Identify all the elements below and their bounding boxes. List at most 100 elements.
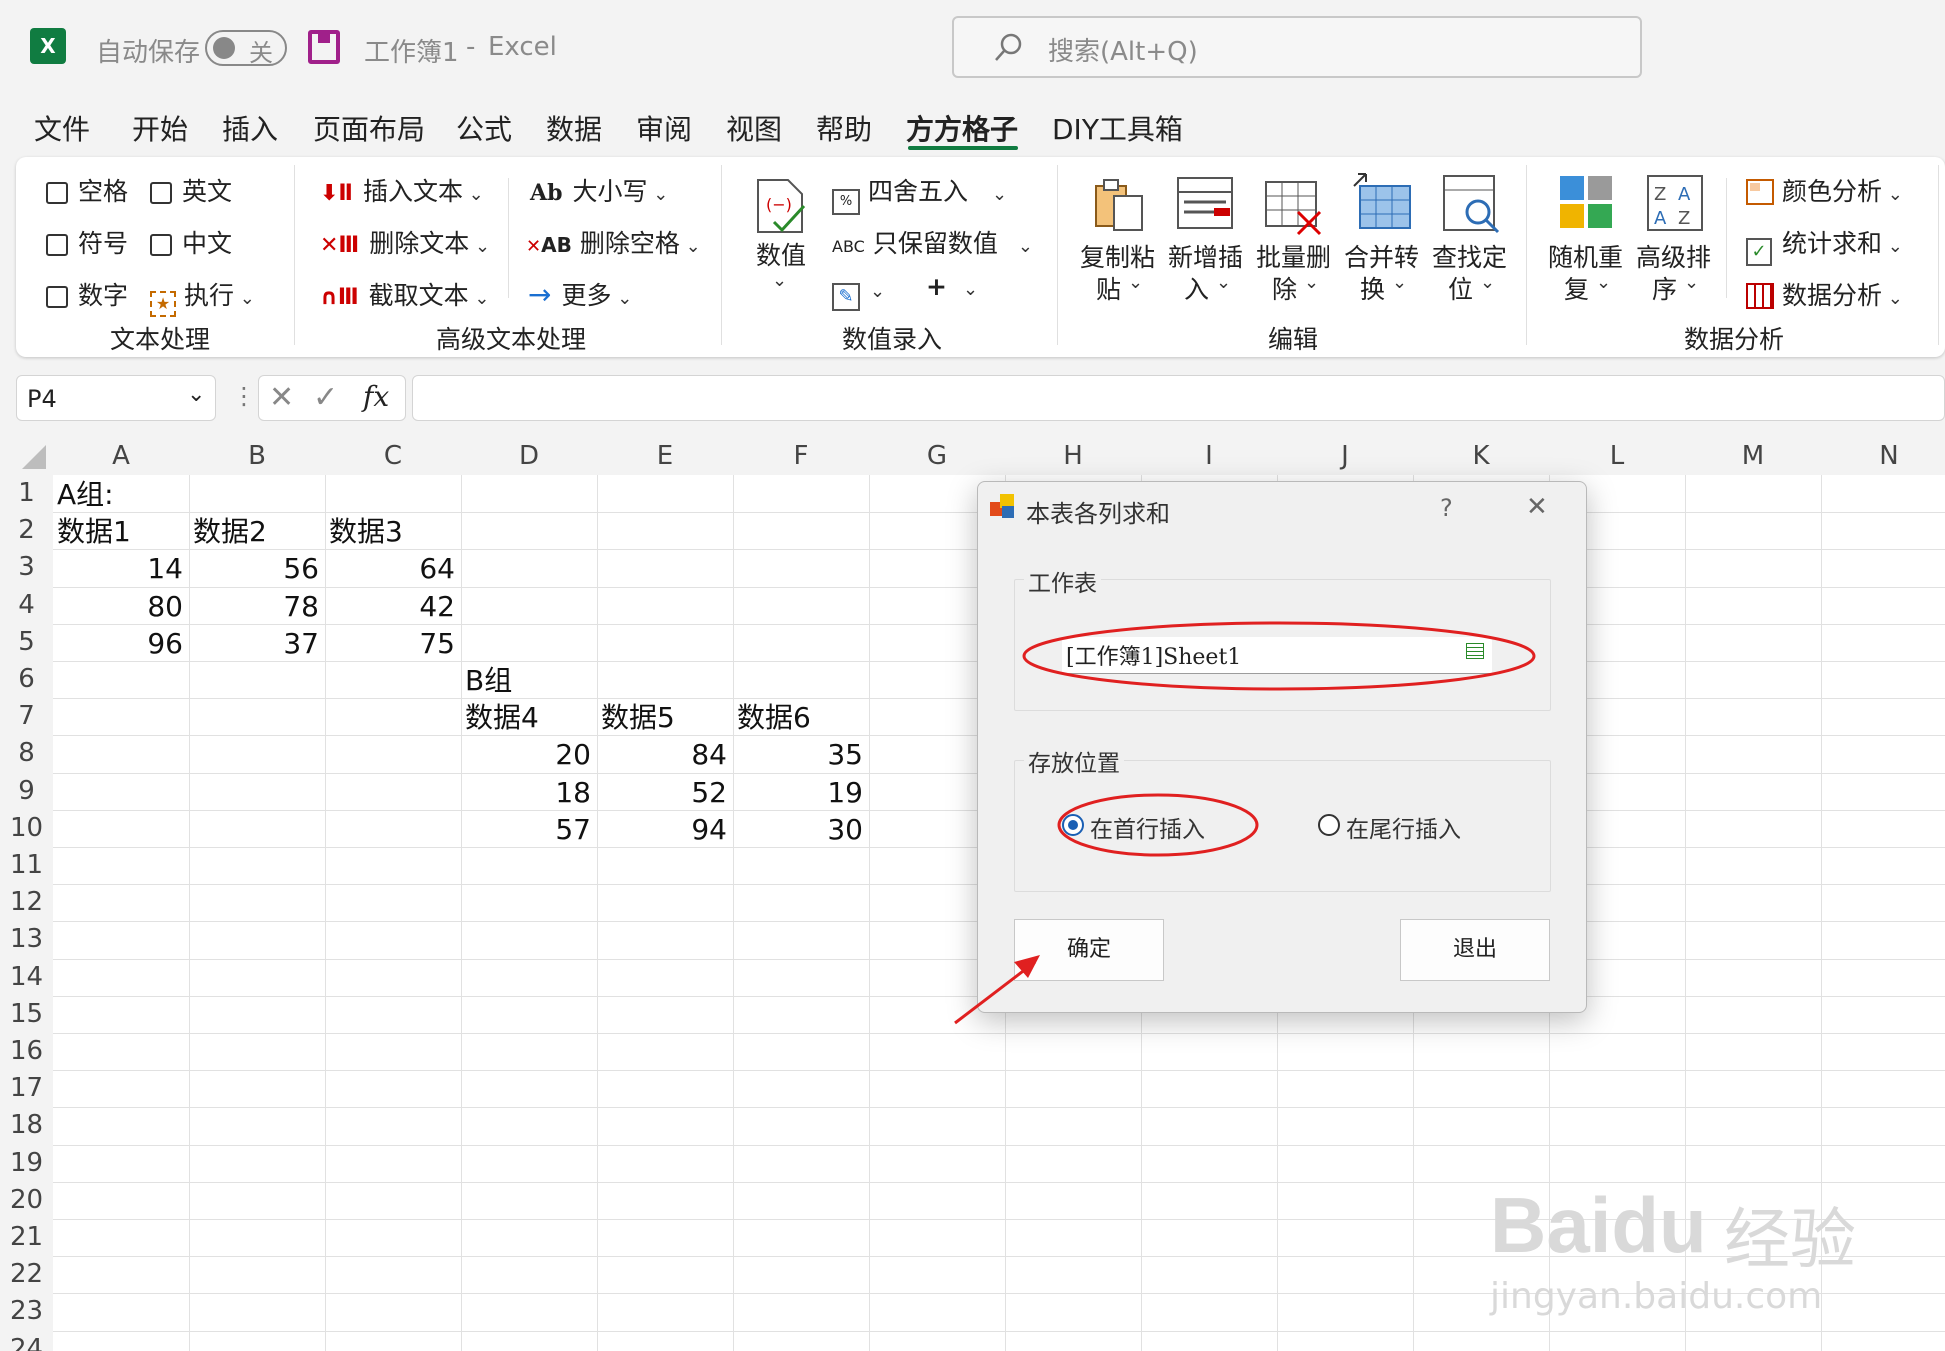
column-header[interactable]: F bbox=[733, 437, 869, 475]
case-button[interactable]: Ab 大小写 ⌄ bbox=[530, 172, 668, 208]
column-header[interactable]: D bbox=[461, 437, 597, 475]
column-header[interactable]: L bbox=[1549, 437, 1685, 475]
row-header[interactable]: 10 bbox=[0, 809, 53, 847]
autosave-toggle[interactable]: 关 bbox=[205, 30, 287, 67]
select-all-corner[interactable] bbox=[0, 437, 53, 475]
row-header[interactable]: 23 bbox=[0, 1293, 53, 1331]
edit-number-button[interactable]: ✎ ⌄ bbox=[832, 274, 885, 311]
plus-button[interactable]: + ⌄ bbox=[926, 272, 978, 301]
execute-button[interactable]: ★ 执行 ⌄ bbox=[150, 276, 255, 317]
tab-data[interactable]: 数据 bbox=[546, 108, 602, 148]
checkbox-english[interactable]: 英文 bbox=[150, 172, 232, 208]
cell-e8[interactable]: 84 bbox=[601, 737, 727, 772]
cell-c4[interactable]: 42 bbox=[329, 589, 455, 624]
checkbox-number[interactable]: 数字 bbox=[46, 276, 128, 312]
column-header[interactable]: I bbox=[1141, 437, 1277, 475]
cancel-icon[interactable]: ✕ bbox=[269, 380, 294, 415]
stat-sum-button[interactable]: ✓ 统计求和 ⌄ bbox=[1746, 224, 1903, 266]
search-box[interactable]: 搜索(Alt+Q) bbox=[952, 16, 1642, 78]
cell-c2[interactable]: 数据3 bbox=[329, 514, 403, 549]
row-header[interactable]: 12 bbox=[0, 884, 53, 922]
random-repeat-button[interactable]: 随机重 复 ⌄ bbox=[1546, 170, 1626, 310]
more-button[interactable]: → 更多 ⌄ bbox=[528, 276, 632, 312]
cell-d7[interactable]: 数据4 bbox=[465, 700, 539, 735]
row-header[interactable]: 7 bbox=[0, 698, 53, 736]
tab-file[interactable]: 文件 bbox=[34, 108, 90, 148]
tab-review[interactable]: 审阅 bbox=[636, 108, 692, 148]
cell-c5[interactable]: 75 bbox=[329, 626, 455, 661]
cell-d8[interactable]: 20 bbox=[465, 737, 591, 772]
cell-f8[interactable]: 35 bbox=[737, 737, 863, 772]
row-header[interactable]: 1 bbox=[0, 475, 53, 513]
color-analysis-button[interactable]: 颜色分析 ⌄ bbox=[1746, 172, 1903, 208]
row-header[interactable]: 17 bbox=[0, 1070, 53, 1108]
row-header[interactable]: 18 bbox=[0, 1107, 53, 1145]
column-header[interactable]: B bbox=[189, 437, 325, 475]
delete-text-button[interactable]: ✕Ⅲ 删除文本 ⌄ bbox=[320, 224, 490, 260]
save-icon[interactable] bbox=[308, 30, 340, 64]
insert-function-icon[interactable]: fx bbox=[363, 380, 389, 413]
cell-a2[interactable]: 数据1 bbox=[57, 514, 131, 549]
formula-input[interactable] bbox=[412, 375, 1945, 421]
tab-formulas[interactable]: 公式 bbox=[456, 108, 512, 148]
worksheet-input[interactable]: [工作簿1]Sheet1 bbox=[1062, 637, 1492, 674]
column-header[interactable]: A bbox=[53, 437, 189, 475]
row-header[interactable]: 5 bbox=[0, 623, 53, 661]
find-locate-button[interactable]: 查找定 位 ⌄ bbox=[1430, 170, 1510, 310]
tab-home[interactable]: 开始 bbox=[132, 108, 188, 148]
delete-space-button[interactable]: ✕AB 删除空格 ⌄ bbox=[526, 224, 701, 260]
row-header[interactable]: 9 bbox=[0, 772, 53, 810]
help-button[interactable]: ? bbox=[1440, 494, 1453, 522]
row-header[interactable]: 4 bbox=[0, 586, 53, 624]
copy-paste-button[interactable]: 复制粘 贴 ⌄ bbox=[1078, 170, 1158, 310]
column-header[interactable]: J bbox=[1277, 437, 1413, 475]
cell-b4[interactable]: 78 bbox=[193, 589, 319, 624]
cell-f10[interactable]: 30 bbox=[737, 812, 863, 847]
cell-e7[interactable]: 数据5 bbox=[601, 700, 675, 735]
row-header[interactable]: 15 bbox=[0, 995, 53, 1033]
row-header[interactable]: 16 bbox=[0, 1033, 53, 1071]
row-header[interactable]: 3 bbox=[0, 549, 53, 587]
row-header[interactable]: 21 bbox=[0, 1219, 53, 1257]
row-header[interactable]: 22 bbox=[0, 1256, 53, 1294]
cell-a1[interactable]: A组: bbox=[57, 477, 114, 512]
cell-b3[interactable]: 56 bbox=[193, 551, 319, 586]
tab-insert[interactable]: 插入 bbox=[222, 108, 278, 148]
row-header[interactable]: 6 bbox=[0, 661, 53, 699]
cell-d6[interactable]: B组 bbox=[465, 663, 512, 698]
confirm-icon[interactable]: ✓ bbox=[313, 380, 338, 415]
batch-delete-button[interactable]: 批量删 除 ⌄ bbox=[1254, 170, 1334, 310]
cell-f7[interactable]: 数据6 bbox=[737, 700, 811, 735]
row-header[interactable]: 8 bbox=[0, 735, 53, 773]
merge-convert-button[interactable]: 合并转 换 ⌄ bbox=[1342, 170, 1422, 310]
cell-a3[interactable]: 14 bbox=[57, 551, 183, 586]
cell-f9[interactable]: 19 bbox=[737, 775, 863, 810]
keep-number-button[interactable]: ABC 只保留数值 ⌄ bbox=[832, 224, 1033, 260]
tab-help[interactable]: 帮助 bbox=[816, 108, 872, 148]
tab-page-layout[interactable]: 页面布局 bbox=[313, 108, 425, 148]
cell-a4[interactable]: 80 bbox=[57, 589, 183, 624]
row-header[interactable]: 11 bbox=[0, 847, 53, 885]
cell-e10[interactable]: 94 bbox=[601, 812, 727, 847]
row-header[interactable]: 19 bbox=[0, 1144, 53, 1182]
cell-d9[interactable]: 18 bbox=[465, 775, 591, 810]
row-header[interactable]: 20 bbox=[0, 1181, 53, 1219]
row-header[interactable]: 13 bbox=[0, 921, 53, 959]
row-header[interactable]: 2 bbox=[0, 512, 53, 550]
close-button[interactable]: ✕ bbox=[1526, 492, 1548, 522]
tab-diy-toolbox[interactable]: DIY工具箱 bbox=[1052, 108, 1183, 148]
checkbox-chinese[interactable]: 中文 bbox=[150, 224, 232, 260]
name-box[interactable]: P4 ⌄ bbox=[16, 375, 216, 421]
column-header[interactable]: C bbox=[325, 437, 461, 475]
row-header[interactable]: 24 bbox=[0, 1330, 53, 1351]
cell-b2[interactable]: 数据2 bbox=[193, 514, 267, 549]
column-header[interactable]: H bbox=[1005, 437, 1141, 475]
cell-d10[interactable]: 57 bbox=[465, 812, 591, 847]
insert-text-button[interactable]: ⬇Ⅱ 插入文本 ⌄ bbox=[320, 172, 484, 208]
ok-button[interactable]: 确定 bbox=[1014, 919, 1164, 981]
number-button[interactable]: (−) 数值 ⌄ bbox=[750, 172, 812, 312]
data-analysis-button[interactable]: 数据分析 ⌄ bbox=[1746, 276, 1903, 312]
extract-text-button[interactable]: ∩Ⅲ 截取文本 ⌄ bbox=[320, 276, 490, 312]
cell-b5[interactable]: 37 bbox=[193, 626, 319, 661]
exit-button[interactable]: 退出 bbox=[1400, 919, 1550, 981]
